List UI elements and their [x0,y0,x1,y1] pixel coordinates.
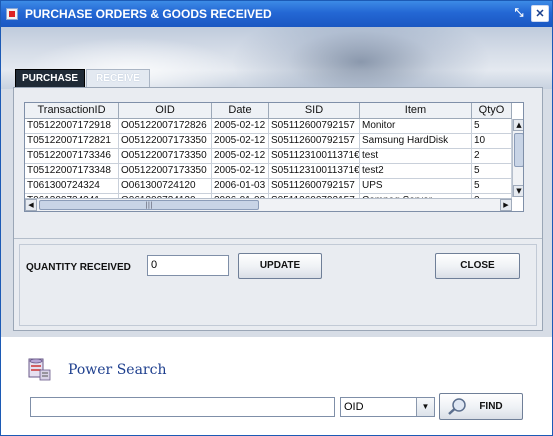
power-search-title: Power Search [68,362,167,378]
transactions-table: TransactionID OID Date SID Item QtyO T05… [24,102,524,212]
tab-purchase[interactable]: PURCHASE [15,69,85,88]
update-button[interactable]: UPDATE [238,253,322,279]
column-header-qtyo[interactable]: QtyO [472,103,512,119]
quantity-received-input[interactable]: 0 [147,255,229,276]
scroll-up-icon[interactable]: ▲ [513,119,523,131]
close-button[interactable]: CLOSE [435,253,520,279]
scroll-left-icon[interactable]: ◀ [25,199,37,211]
scroll-right-icon[interactable]: ▶ [500,199,512,211]
quantity-received-label: QUANTITY RECEIVED [26,262,131,273]
search-input[interactable] [30,397,335,417]
database-search-icon [28,358,51,381]
horizontal-scrollbar[interactable]: ◀ ||| ▶ [25,198,512,211]
tab-receive[interactable]: RECEIVE [86,69,150,88]
receive-form-panel [14,238,542,330]
column-header-transactionid[interactable]: TransactionID [25,103,119,119]
search-field-value: OID [344,401,364,413]
column-header-sid[interactable]: SID [269,103,360,119]
magnifier-icon [448,398,466,415]
title-bar[interactable]: PURCHASE ORDERS & GOODS RECEIVED ⤡ ✕ [1,1,552,27]
horizontal-scroll-thumb[interactable]: ||| [39,200,259,210]
restore-icon[interactable]: ⤡ [510,5,528,22]
purchase-panel: TransactionID OID Date SID Item QtyO T05… [13,87,543,331]
power-search-area [1,337,552,435]
vertical-scroll-thumb[interactable] [514,133,523,167]
column-header-item[interactable]: Item [360,103,472,119]
search-field-select[interactable]: OID ▼ [340,397,435,417]
close-icon[interactable]: ✕ [531,5,549,22]
app-window: PURCHASE ORDERS & GOODS RECEIVED ⤡ ✕ PUR… [0,0,553,436]
app-icon [6,8,18,20]
chevron-down-icon[interactable]: ▼ [416,398,434,416]
scroll-down-icon[interactable]: ▼ [513,185,523,197]
window-title: PURCHASE ORDERS & GOODS RECEIVED [25,7,272,21]
vertical-scrollbar[interactable]: ▲ ▼ [512,119,523,197]
column-header-date[interactable]: Date [212,103,269,119]
column-header-oid[interactable]: OID [119,103,212,119]
